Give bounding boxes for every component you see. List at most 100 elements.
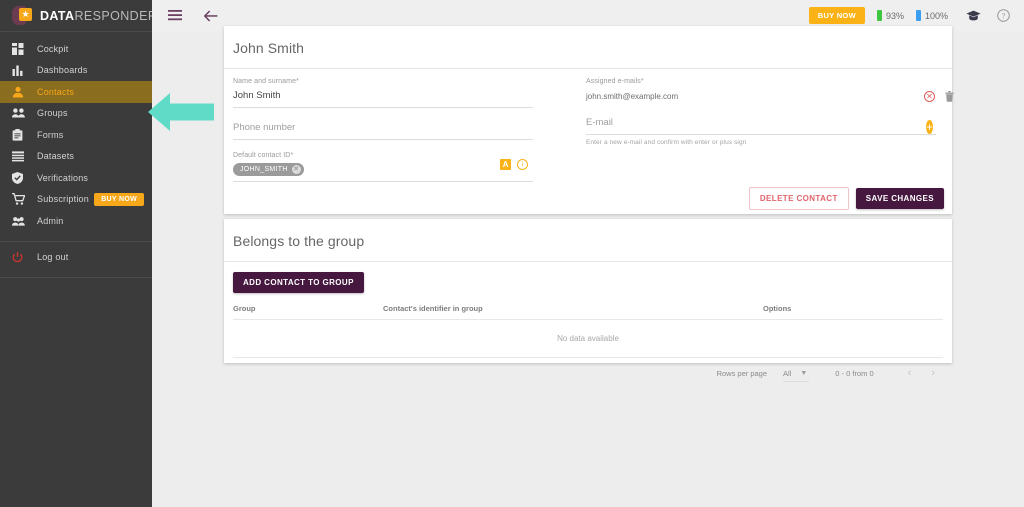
topbar-buy-now-button[interactable]: BUY NOW (808, 7, 865, 24)
phone-field-underline (233, 139, 533, 140)
chevron-right-icon[interactable]: › (931, 367, 935, 379)
chevron-down-icon: ▼ (800, 369, 808, 377)
page-title: John Smith (233, 40, 305, 56)
sidebar-item-label: Subscription (37, 194, 89, 205)
contact-id-field-group: Default contact ID* JOHN_SMITH ✕ (233, 152, 533, 182)
add-email-button[interactable]: + (926, 118, 934, 136)
storage-stat-blue-value: 100% (924, 10, 948, 21)
app-root: ★ DATARESPONDER Cockpit Dashboards Conta… (0, 0, 1024, 507)
grid-icon (12, 42, 29, 55)
group-card-title: Belongs to the group (233, 233, 365, 249)
sidebar-item-label: Cockpit (37, 43, 69, 54)
email-input[interactable]: E-mail (586, 117, 936, 128)
contact-id-label: Default contact ID* (233, 152, 294, 159)
assigned-emails-group: Assigned e-mails* john.smith@example.com… (586, 78, 954, 102)
rows-per-page-underline (783, 380, 810, 382)
trash-icon[interactable] (945, 91, 954, 102)
email-input-help: Enter a new e-mail and confirm with ente… (586, 139, 747, 146)
sidebar-item-groups[interactable]: Groups (0, 103, 152, 125)
phone-field-group: Phone number (233, 117, 533, 140)
annotation-arrow (148, 91, 214, 133)
battery-green-icon (876, 10, 882, 21)
sidebar-item-logout[interactable]: Log out (0, 247, 152, 269)
contact-id-underline (233, 181, 533, 182)
column-header-options: Options (763, 304, 792, 313)
sidebar-item-admin[interactable]: Admin (0, 210, 152, 232)
cart-icon (12, 193, 29, 206)
rows-per-page-value: All (783, 368, 792, 378)
help-circle-icon[interactable]: ? (997, 9, 1010, 22)
contact-id-chip-remove-icon[interactable]: ✕ (291, 165, 301, 174)
storage-stat-blue: 100% (915, 10, 948, 21)
group-table-empty-message: No data available (557, 334, 619, 343)
shield-check-icon (12, 171, 29, 184)
name-field-group: Name and surname* John Smith (233, 78, 533, 108)
sidebar-item-label: Dashboards (37, 65, 88, 76)
svg-text:?: ? (1002, 11, 1006, 20)
sidebar-item-label: Groups (37, 108, 68, 119)
column-header-group: Group (233, 304, 256, 313)
group-table-header: Group Contact's identifier in group Opti… (233, 304, 943, 319)
name-field-label: Name and surname* (233, 78, 299, 85)
delete-contact-button[interactable]: DELETE CONTACT (748, 187, 849, 210)
phone-input[interactable]: Phone number (233, 117, 533, 133)
contact-id-chip-label: JOHN_SMITH (240, 166, 288, 173)
sidebar-item-contacts[interactable]: Contacts (0, 81, 152, 103)
info-circle-icon[interactable]: i (517, 159, 528, 170)
contact-id-chip-row: JOHN_SMITH ✕ (233, 159, 533, 176)
storage-stat-green-value: 93% (885, 10, 904, 21)
logo-star-icon: ★ (19, 8, 32, 21)
brand-name: DATARESPONDER (40, 9, 157, 23)
group-card-body: ADD CONTACT TO GROUP Group Contact's ide… (224, 262, 952, 382)
email-input-group: E-mail Enter a new e-mail and confirm wi… (586, 117, 936, 146)
sidebar-buy-now-badge[interactable]: BUY NOW (94, 192, 144, 206)
sidebar-item-label: Log out (37, 252, 69, 263)
brand-logo[interactable]: ★ DATARESPONDER (0, 0, 157, 32)
sidebar-item-label: Forms (37, 129, 64, 140)
sidebar-item-dashboards[interactable]: Dashboards (0, 60, 152, 82)
contact-id-chip[interactable]: JOHN_SMITH ✕ (233, 163, 304, 176)
battery-blue-icon (915, 10, 921, 21)
sidebar-item-label: Admin (37, 215, 64, 226)
brand-name-bold: DATA (40, 8, 75, 23)
add-contact-to-group-button[interactable]: ADD CONTACT TO GROUP (233, 272, 364, 293)
assigned-email-row: john.smith@example.com ✕ (586, 85, 954, 102)
admin-people-icon (12, 215, 29, 227)
sidebar-item-forms[interactable]: Forms (0, 124, 152, 146)
contact-actions: DELETE CONTACT SAVE CHANGES (748, 187, 944, 210)
sidebar-item-label: Verifications (37, 172, 89, 183)
assigned-emails-label: Assigned e-mails* (586, 78, 644, 85)
pagination-range: 0 - 0 from 0 (835, 368, 874, 378)
sidebar-divider-bottom (0, 277, 152, 278)
group-table-footer: Rows per page All ▼ 0 - 0 from 0 ‹ › (233, 358, 943, 382)
sidebar-nav: Cockpit Dashboards Contacts Groups Forms… (0, 32, 152, 278)
arrow-left-icon[interactable] (204, 9, 218, 22)
storage-stat-green: 93% (876, 10, 904, 21)
chevron-left-icon[interactable]: ‹ (908, 367, 912, 379)
sidebar-item-label: Datasets (37, 151, 75, 162)
name-field-underline (233, 107, 533, 108)
page-content: John Smith Name and surname* John Smith … (152, 26, 1024, 507)
sidebar-item-subscription[interactable]: Subscription BUY NOW (0, 189, 152, 211)
column-header-identifier: Contact's identifier in group (383, 304, 483, 313)
rows-per-page-select[interactable]: All ▼ (783, 368, 810, 382)
remove-circle-icon[interactable]: ✕ (924, 91, 935, 102)
hamburger-icon[interactable] (168, 10, 182, 21)
anonymize-badge-icon[interactable]: A (500, 159, 511, 170)
name-input[interactable]: John Smith (233, 85, 533, 101)
sidebar-divider (0, 240, 152, 242)
graduation-cap-icon[interactable] (966, 10, 981, 21)
save-changes-button[interactable]: SAVE CHANGES (855, 188, 944, 209)
rows-per-page-label: Rows per page (716, 368, 768, 378)
sidebar-item-datasets[interactable]: Datasets (0, 146, 152, 168)
contact-form: Name and surname* John Smith Phone numbe… (224, 69, 954, 217)
sidebar-item-cockpit[interactable]: Cockpit (0, 38, 152, 60)
plus-circle-icon: + (926, 120, 934, 134)
sidebar-item-label: Contacts (37, 86, 75, 97)
sidebar-item-verifications[interactable]: Verifications (0, 167, 152, 189)
power-icon (12, 251, 29, 263)
assigned-email-value: john.smith@example.com (586, 92, 679, 101)
brand-name-light: RESPONDER (74, 8, 158, 23)
sidebar: ★ DATARESPONDER Cockpit Dashboards Conta… (0, 0, 157, 507)
list-icon (12, 151, 29, 162)
